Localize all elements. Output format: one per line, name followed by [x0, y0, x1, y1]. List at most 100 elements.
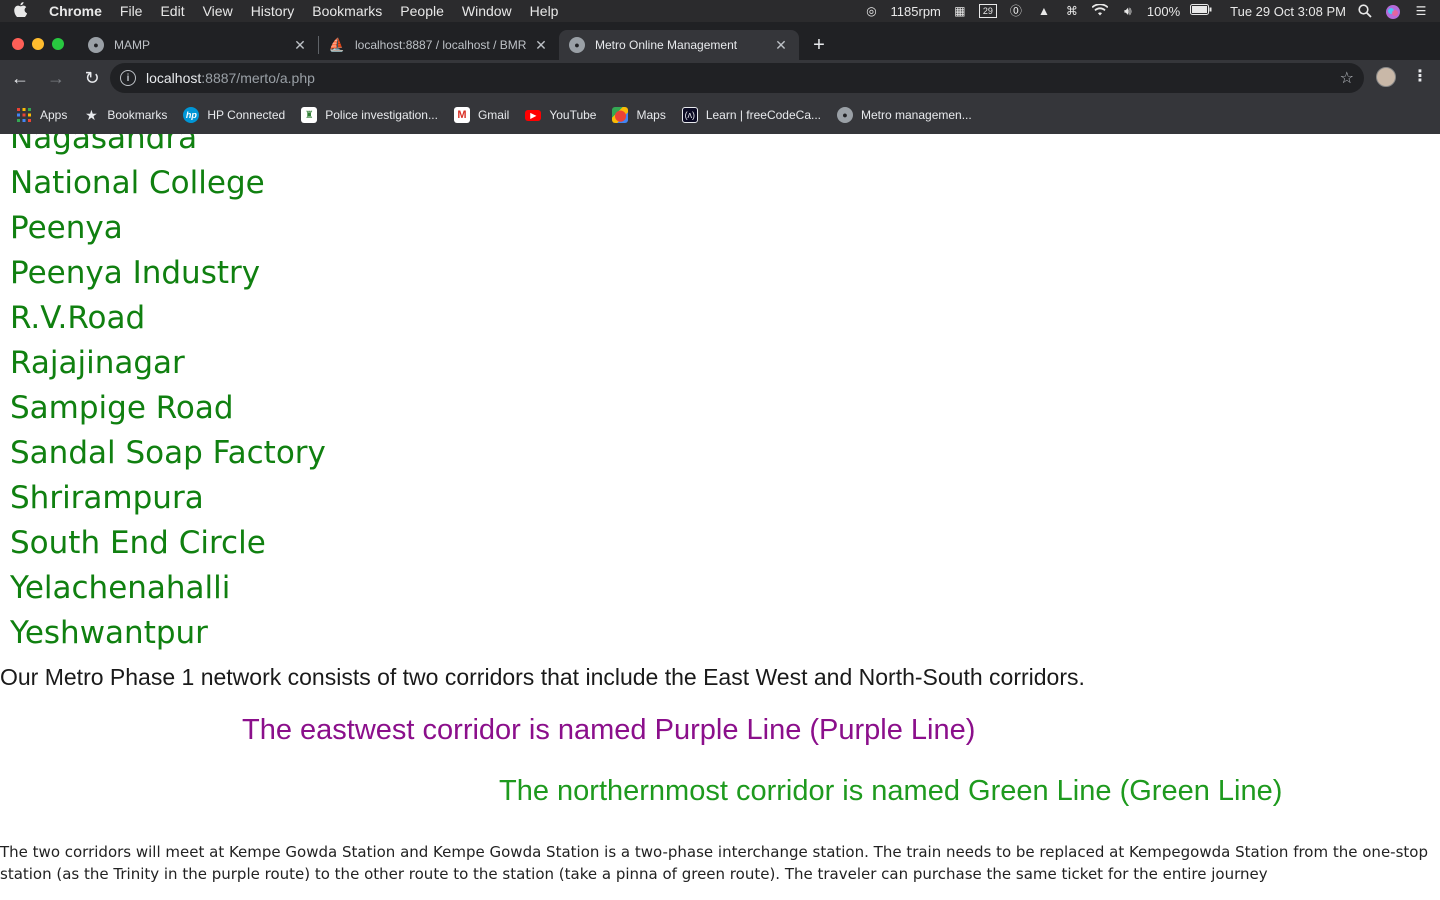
- clock-text[interactable]: Tue 29 Oct 3:08 PM: [1230, 4, 1346, 19]
- bookmark-police-investigation[interactable]: ♜ Police investigation...: [293, 107, 446, 123]
- battery-percent-text: 100%: [1146, 3, 1181, 19]
- bookmark-label: HP Connected: [207, 108, 286, 122]
- menu-window[interactable]: Window: [453, 0, 521, 22]
- bookmark-freecodecamp[interactable]: (ʌ) Learn | freeCodeCa...: [674, 107, 829, 123]
- close-window-button[interactable]: [12, 38, 24, 50]
- forward-button[interactable]: →: [40, 62, 72, 94]
- maps-icon: ⬤: [612, 107, 629, 123]
- station-item: Sandal Soap Factory: [10, 435, 326, 471]
- hp-icon: hp: [183, 107, 200, 123]
- wifi-icon[interactable]: [1091, 3, 1109, 18]
- url-host: localhost: [146, 70, 202, 86]
- station-item: R.V.Road: [10, 300, 146, 336]
- elephant-icon: ●: [837, 107, 853, 123]
- green-line-heading: The northernmost corridor is named Green…: [499, 775, 1283, 807]
- tabs-container: ● MAMP ✕ ⛵ localhost:8887 / localhost / …: [78, 30, 833, 60]
- calendar-icon[interactable]: 29: [978, 4, 997, 18]
- apps-grid-icon: [16, 107, 32, 123]
- volume-icon[interactable]: 🔊︎: [1119, 4, 1137, 18]
- bookmark-label: Apps: [40, 108, 68, 122]
- station-item: National College: [10, 165, 265, 201]
- elephant-icon: ●: [569, 37, 585, 53]
- bookmark-label: Learn | freeCodeCa...: [705, 108, 821, 122]
- elephant-icon: ●: [88, 37, 104, 53]
- new-tab-button[interactable]: +: [805, 30, 833, 60]
- network-intro-text: Our Metro Phase 1 network consists of tw…: [0, 664, 1085, 690]
- bookmark-star-icon[interactable]: ☆: [1340, 68, 1354, 88]
- menu-view[interactable]: View: [194, 0, 242, 22]
- station-item: Peenya: [10, 210, 123, 246]
- station-item: Nagasandra: [10, 134, 198, 156]
- menu-edit[interactable]: Edit: [151, 0, 193, 22]
- close-tab-icon[interactable]: ✕: [773, 37, 789, 54]
- star-icon: ★: [85, 106, 98, 123]
- site-info-icon[interactable]: i: [120, 70, 136, 86]
- onepassword-icon[interactable]: ⓪: [1007, 4, 1025, 18]
- battery-icon[interactable]: [1190, 4, 1212, 18]
- back-button[interactable]: ←: [4, 62, 36, 94]
- tab-phpmyadmin[interactable]: ⛵ localhost:8887 / localhost / BMR ✕: [319, 30, 559, 60]
- notification-icon[interactable]: ▲: [1035, 4, 1053, 18]
- youtube-icon: ▶: [525, 109, 542, 121]
- menu-history[interactable]: History: [242, 0, 304, 22]
- bookmark-youtube[interactable]: ▶ YouTube: [517, 108, 604, 122]
- police-icon: ♜: [301, 107, 318, 123]
- menu-help[interactable]: Help: [521, 0, 568, 22]
- station-item: Yeshwantpur: [10, 615, 208, 651]
- fan-icon[interactable]: ◎: [863, 4, 881, 18]
- menu-bar-status-area: ◎ 1185rpm ▦ 29 ⓪ ▲ ⌘ 🔊︎ 100% Tue 29 Oct …: [863, 0, 1430, 22]
- interchange-description: The two corridors will meet at Kempe Gow…: [0, 843, 1428, 883]
- phpmyadmin-icon: ⛵: [328, 37, 346, 52]
- bookmark-bookmarks[interactable]: ★ Bookmarks: [75, 107, 175, 123]
- close-tab-icon[interactable]: ✕: [533, 37, 549, 54]
- apple-logo-icon[interactable]: [0, 1, 40, 21]
- station-item: Rajajinagar: [10, 345, 185, 381]
- tab-title: MAMP: [114, 38, 150, 52]
- tab-title: localhost:8887 / localhost / BMR: [355, 38, 527, 52]
- window-controls: [12, 38, 64, 50]
- page-content: Nagasandra National College Peenya Peeny…: [0, 134, 1440, 900]
- bookmark-apps[interactable]: Apps: [8, 107, 75, 123]
- tab-mamp[interactable]: ● MAMP ✕: [78, 30, 318, 60]
- minimize-window-button[interactable]: [32, 38, 44, 50]
- bookmark-label: YouTube: [549, 108, 597, 122]
- gmail-icon: M: [453, 107, 470, 123]
- bookmark-gmail[interactable]: M Gmail: [446, 107, 517, 123]
- station-item: Peenya Industry: [10, 255, 261, 291]
- bookmark-maps[interactable]: ⬤ Maps: [604, 107, 673, 123]
- menu-bookmarks[interactable]: Bookmarks: [303, 0, 391, 22]
- bookmark-label: Gmail: [477, 108, 510, 122]
- menu-chrome[interactable]: Chrome: [40, 0, 111, 22]
- station-item: Shrirampura: [10, 480, 204, 516]
- bookmarks-bar: Apps ★ Bookmarks hp HP Connected ♜ Polic…: [0, 96, 1440, 134]
- close-tab-icon[interactable]: ✕: [292, 37, 308, 54]
- tab-title: Metro Online Management: [595, 38, 738, 52]
- purple-line-heading: The eastwest corridor is named Purple Li…: [242, 714, 976, 746]
- reload-button[interactable]: ↻: [76, 62, 108, 94]
- url-path: :8887/merto/a.php: [201, 70, 315, 86]
- bookmark-label: Police investigation...: [325, 108, 438, 122]
- spotlight-search-icon[interactable]: [1356, 4, 1374, 18]
- browser-toolbar: ← → ↻ i localhost:8887/merto/a.php ☆ ⋮: [0, 60, 1440, 96]
- siri-icon[interactable]: [1384, 4, 1402, 19]
- station-item: Yelachenahalli: [10, 570, 231, 606]
- station-item: Sampige Road: [10, 390, 234, 426]
- keyboard-input-icon[interactable]: ⌘: [1063, 4, 1081, 18]
- maximize-window-button[interactable]: [52, 38, 64, 50]
- bookmark-metro-management[interactable]: ● Metro managemen...: [829, 107, 980, 123]
- menu-file[interactable]: File: [111, 0, 152, 22]
- chrome-menu-icon[interactable]: ⋮: [1412, 66, 1428, 86]
- bookmark-hp-connected[interactable]: hp HP Connected: [175, 107, 293, 123]
- profile-avatar[interactable]: [1376, 67, 1396, 87]
- tab-metro-online-management[interactable]: ● Metro Online Management ✕: [559, 30, 799, 60]
- macos-menu-bar: Chrome File Edit View History Bookmarks …: [0, 0, 1440, 22]
- station-list: Nagasandra National College Peenya Peeny…: [10, 134, 326, 656]
- address-bar[interactable]: i localhost:8887/merto/a.php ☆: [110, 63, 1364, 93]
- fan-speed-text: 1185rpm: [890, 3, 941, 19]
- bookmark-label: Maps: [636, 108, 666, 122]
- notification-center-icon[interactable]: ☰: [1412, 4, 1430, 18]
- freecodecamp-icon: (ʌ): [681, 107, 698, 123]
- grid-layout-icon[interactable]: ▦: [951, 4, 969, 18]
- station-item: South End Circle: [10, 525, 266, 561]
- menu-people[interactable]: People: [391, 0, 453, 22]
